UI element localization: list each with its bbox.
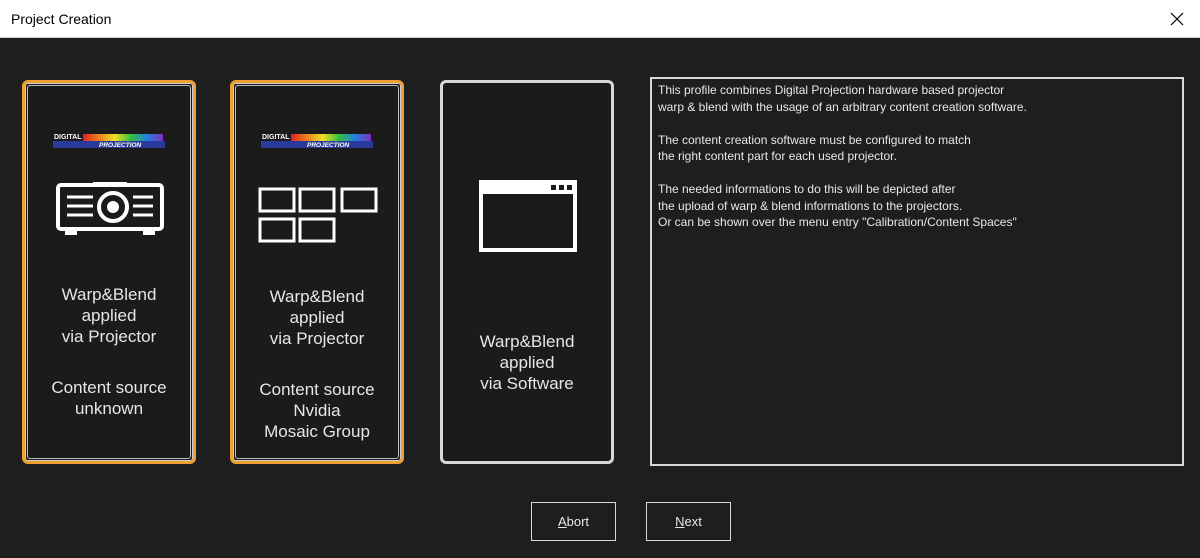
card-text-line: Warp&Blend xyxy=(269,287,365,306)
description-panel: This profile combines Digital Projection… xyxy=(650,77,1184,466)
card-text-line: via Projector xyxy=(61,327,157,346)
card-text-line: applied xyxy=(289,308,345,327)
card-text-line: Warp&Blend xyxy=(61,285,157,304)
abort-button[interactable]: Abort xyxy=(531,502,616,541)
logo-text-projection: PROJECTION xyxy=(99,142,142,149)
option-card-software[interactable]: Warp&Blend applied via Software xyxy=(440,80,614,464)
card-text-line: applied xyxy=(81,306,137,325)
logo-text-projection: PROJECTION xyxy=(307,142,350,149)
description-text: This profile combines Digital Projection… xyxy=(658,83,1027,229)
logo-text-digital: DIGITAL xyxy=(54,134,82,141)
window-title: Project Creation xyxy=(11,11,112,27)
digital-projection-logo: DIGITAL PROJECTION xyxy=(53,134,165,149)
card-text-line: Nvidia xyxy=(293,401,341,420)
title-bar: Project Creation xyxy=(0,0,1200,38)
card-text-line: Warp&Blend xyxy=(479,332,575,351)
dialog-content: DIGITAL PROJECTION Warp&Blend applied vi… xyxy=(0,38,1200,558)
card-main-text: Warp&Blend applied via Projector xyxy=(25,284,193,347)
projector-icon xyxy=(56,182,164,235)
card-sub-text: Content source Nvidia Mosaic Group xyxy=(233,379,401,442)
card-inner-frame xyxy=(445,85,609,459)
option-card-projector-mosaic[interactable]: DIGITAL PROJECTION Warp&Blend applied vi… xyxy=(230,80,404,464)
next-button[interactable]: Next xyxy=(646,502,731,541)
card-text-line: via Software xyxy=(480,374,574,393)
option-card-projector-unknown[interactable]: DIGITAL PROJECTION Warp&Blend applied vi… xyxy=(22,80,196,464)
digital-projection-logo: DIGITAL PROJECTION xyxy=(261,134,373,149)
card-text-line: Content source xyxy=(259,380,375,399)
card-text-line: applied xyxy=(499,353,555,372)
card-main-text: Warp&Blend applied via Software xyxy=(443,331,611,394)
display-grid-icon xyxy=(258,187,378,243)
close-button[interactable] xyxy=(1154,0,1200,38)
card-text-line: via Projector xyxy=(269,329,365,348)
card-text-line: unknown xyxy=(74,399,144,418)
card-text-line: Mosaic Group xyxy=(264,422,370,441)
abort-mnemonic: A xyxy=(557,514,567,529)
card-sub-text: Content source unknown xyxy=(25,377,193,419)
close-icon xyxy=(1170,12,1184,26)
software-window-icon xyxy=(479,180,577,252)
abort-label: bort xyxy=(566,514,590,529)
next-label: ext xyxy=(684,514,702,529)
next-mnemonic: N xyxy=(675,514,685,529)
card-text-line: Content source xyxy=(51,378,167,397)
logo-text-digital: DIGITAL xyxy=(262,134,290,141)
card-main-text: Warp&Blend applied via Projector xyxy=(233,286,401,349)
